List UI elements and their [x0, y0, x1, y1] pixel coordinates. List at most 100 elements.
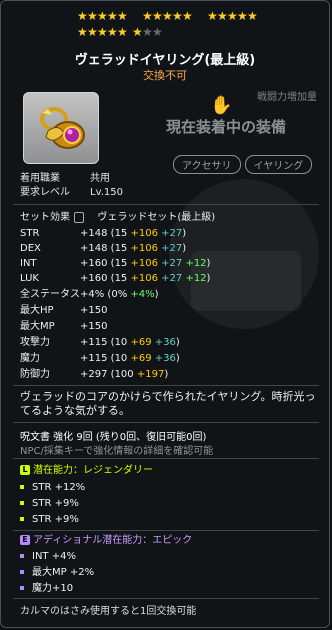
glove-icon: ✋ [210, 95, 233, 116]
stat-row-str: STR +148 (15 +106 +27) [20, 228, 187, 239]
divider [13, 458, 319, 459]
stat-total: +150 [80, 321, 108, 332]
stat-total: +148 [80, 228, 108, 239]
stat-flame: +69 [130, 337, 152, 348]
bullet-icon [20, 501, 24, 505]
potential-value: STR +9% [32, 514, 79, 525]
star-icon: ★ [117, 25, 128, 39]
level-row: 要求レベル Lv.150 [20, 186, 123, 199]
stat-star: +27 [161, 243, 183, 254]
stat-total: +160 [80, 258, 108, 269]
karma-scissors-note: カルマのはさみ使用すると1回交換可能 [20, 606, 197, 617]
potential-value: 魔力+10 [32, 583, 74, 594]
set-effect-name: ヴェラッドセット(最上級) [97, 212, 216, 223]
stat-base: 15 [114, 243, 128, 254]
stat-row-int: INT +160 (15 +106 +27 +12) [20, 258, 211, 269]
stat-name: DEX [20, 243, 41, 254]
stat-total: +115 [80, 337, 108, 348]
star-icon-empty: ★ [152, 25, 163, 39]
stat-star: +36 [154, 337, 176, 348]
trade-status: 交換不可 [143, 69, 187, 82]
potential-line: STR +12% [20, 481, 85, 494]
stat-base: 15 [114, 273, 128, 284]
stat-total: +160 [80, 273, 108, 284]
bullet-icon [20, 517, 24, 521]
star-icon: ★ [182, 9, 193, 23]
stat-name: INT [20, 258, 37, 269]
divider [13, 385, 319, 386]
current-equipped-label: 現在装着中の装備 [166, 118, 287, 136]
potential-value: 最大MP +2% [32, 567, 95, 578]
npc-hint: NPC/採集キーで強化情報の詳細を確認可能 [20, 446, 214, 457]
tag-accessory: アクセサリ [173, 155, 241, 174]
job-value: 共用 [90, 173, 110, 184]
divider [13, 422, 319, 423]
divider [13, 530, 319, 531]
stat-total: +148 [80, 243, 108, 254]
job-row: 着用職業 共用 [20, 172, 110, 185]
stat-base: 15 [114, 228, 128, 239]
potential-value: STR +12% [32, 482, 86, 493]
stat-star: +36 [154, 353, 176, 364]
stat-name: 攻撃力 [20, 337, 50, 348]
additional-potential-line: 魔力+10 [20, 582, 73, 595]
item-icon-frame [23, 92, 99, 164]
stat-flame: +106 [130, 243, 158, 254]
stat-potential: +12 [185, 273, 207, 284]
bullet-icon [20, 554, 24, 558]
stat-row-luk: LUK +160 (15 +106 +27 +12) [20, 273, 211, 284]
category-tags: アクセサリ イヤリング [173, 154, 316, 174]
stat-total: +115 [80, 353, 108, 364]
star-icon: ★ [117, 9, 128, 23]
additional-potential-line: INT +4% [20, 550, 76, 563]
stat-row-maxmp: 最大MP +150 [20, 320, 107, 333]
star-force-stars: ★ ★ ★ ★ ★ ★ ★ ★ ★ ★ ★ ★ ★ ★ ★ ★ ★ ★ [1, 9, 331, 39]
potential-value: STR +9% [32, 498, 79, 509]
stat-name: 全ステータス [20, 289, 80, 300]
stat-row-magic: 魔力 +115 (10 +69 +36) [20, 353, 180, 364]
stat-name: LUK [20, 273, 39, 284]
stat-star: +27 [161, 258, 183, 269]
bullet-icon [20, 586, 24, 590]
stat-row-maxhp: 最大HP +150 [20, 304, 107, 317]
stat-flame: +106 [130, 258, 158, 269]
potential-value: INT +4% [32, 551, 76, 562]
potential-line: STR +9% [20, 497, 79, 510]
potential-title: 潜在能力：レジェンダリー [33, 465, 153, 476]
epic-badge-icon: E [20, 535, 30, 545]
item-name: ヴェラッドイヤリング(最上級) [74, 53, 256, 68]
item-tooltip: ★ ★ ★ ★ ★ ★ ★ ★ ★ ★ ★ ★ ★ ★ ★ ★ ★ ★ ★ ★ … [0, 0, 330, 628]
stat-base: 15 [114, 258, 128, 269]
stat-total: +297 [80, 369, 108, 380]
level-label: 要求レベル [20, 187, 70, 198]
earring-icon [40, 107, 85, 149]
stat-name: 魔力 [20, 353, 40, 364]
stat-flame: +106 [130, 273, 158, 284]
additional-potential-line: 最大MP +2% [20, 566, 94, 579]
tag-earring: イヤリング [244, 155, 313, 174]
star-icon: ★ [247, 9, 258, 23]
stat-base: 100 [114, 369, 134, 380]
scroll-upgrade-info: 呪文書 強化 9回 (残り0回、復旧可能0回) [20, 432, 207, 443]
set-effect-row: セット効果 ヴェラッドセット(最上級) [20, 211, 215, 224]
stat-name: 最大MP [20, 321, 55, 332]
stat-flame: +106 [130, 228, 158, 239]
potential-line: STR +9% [20, 513, 79, 526]
stat-star: +27 [161, 273, 183, 284]
stat-potential: +4% [130, 289, 155, 300]
stat-potential: +12 [185, 258, 207, 269]
bullet-icon [20, 485, 24, 489]
additional-potential-header: E アディショナル潜在能力：エピック [20, 534, 192, 547]
job-label: 着用職業 [20, 173, 60, 184]
item-description: ヴェラッドのコアのかけらで作られたイヤリング。時折光ってるような気がする。 [20, 390, 316, 417]
stat-base: 10 [114, 353, 128, 364]
set-effect-label: セット効果 [20, 212, 70, 223]
stat-row-dex: DEX +148 (15 +106 +27) [20, 243, 187, 254]
stat-name: STR [20, 228, 40, 239]
stat-row-attack: 攻撃力 +115 (10 +69 +36) [20, 337, 180, 348]
level-value: Lv.150 [90, 187, 123, 198]
additional-potential-title: アディショナル潜在能力：エピック [33, 535, 193, 546]
stat-total: +4% [80, 289, 105, 300]
stat-name: 最大HP [20, 305, 54, 316]
legendary-badge-icon: L [20, 465, 30, 475]
